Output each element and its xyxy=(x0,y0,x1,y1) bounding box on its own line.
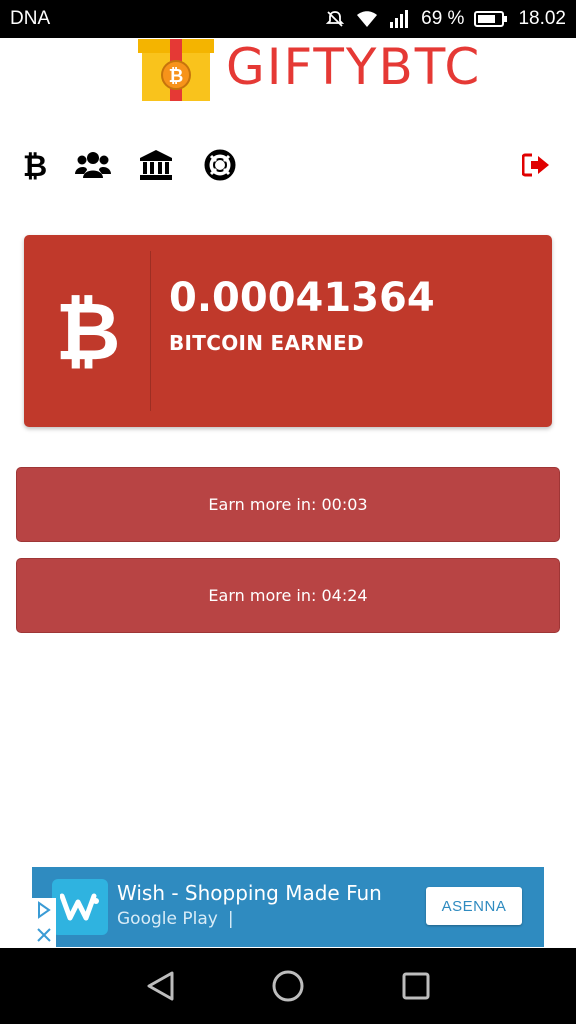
logo-wordmark: GIFTYBTC xyxy=(226,38,482,96)
back-icon[interactable] xyxy=(142,968,178,1004)
wifi-icon xyxy=(355,9,379,29)
svg-text:₿: ₿ xyxy=(58,291,118,371)
svg-text:₿: ₿ xyxy=(23,149,47,181)
earn-timer-label: Earn more in: 04:24 xyxy=(208,586,368,605)
balance-label: BITCOIN EARNED xyxy=(169,331,364,355)
wish-app-icon xyxy=(52,879,108,935)
users-icon[interactable] xyxy=(73,145,113,185)
ad-store: Google Play | xyxy=(117,909,234,929)
close-ad-icon[interactable] xyxy=(32,923,56,947)
home-icon[interactable] xyxy=(270,968,306,1004)
bank-icon[interactable] xyxy=(136,145,176,185)
balance-card: ₿ 0.00041364 BITCOIN EARNED xyxy=(24,235,552,427)
ad-choices xyxy=(32,898,56,947)
gift-bitcoin-icon: ₿ xyxy=(136,39,216,101)
earn-timer-label: Earn more in: 00:03 xyxy=(208,495,368,514)
battery-icon xyxy=(474,10,508,28)
app-logo[interactable]: ₿ GIFTYBTC xyxy=(136,38,481,102)
svg-text:₿: ₿ xyxy=(169,66,184,87)
balance-amount: 0.00041364 xyxy=(169,275,435,321)
carrier-name: DNA xyxy=(10,8,51,29)
support-icon[interactable] xyxy=(200,145,240,185)
system-nav-bar xyxy=(0,948,576,1024)
ad-install-button[interactable]: ASENNA xyxy=(426,887,522,925)
status-bar: DNA 69 % 18.02 xyxy=(0,0,576,38)
top-nav: ₿ xyxy=(0,145,576,187)
logout-icon[interactable] xyxy=(516,145,556,185)
bitcoin-icon[interactable]: ₿ xyxy=(15,145,55,185)
ad-title: Wish - Shopping Made Fun xyxy=(117,881,382,905)
earn-timer-button[interactable]: Earn more in: 04:24 xyxy=(16,558,560,633)
ad-banner[interactable]: Wish - Shopping Made Fun Google Play | AS… xyxy=(32,867,544,947)
bitcoin-icon: ₿ xyxy=(24,235,151,427)
card-divider xyxy=(150,251,151,411)
signal-icon xyxy=(389,9,411,29)
adchoices-icon[interactable] xyxy=(32,898,56,922)
ad-store-label: Google Play xyxy=(117,909,218,929)
ad-separator: | xyxy=(227,909,234,929)
mute-icon xyxy=(325,9,345,29)
status-icons: 69 % 18.02 xyxy=(325,8,566,30)
recents-icon[interactable] xyxy=(398,968,434,1004)
earn-timer-button[interactable]: Earn more in: 00:03 xyxy=(16,467,560,542)
battery-percent: 69 % xyxy=(421,8,465,29)
clock: 18.02 xyxy=(518,8,566,29)
